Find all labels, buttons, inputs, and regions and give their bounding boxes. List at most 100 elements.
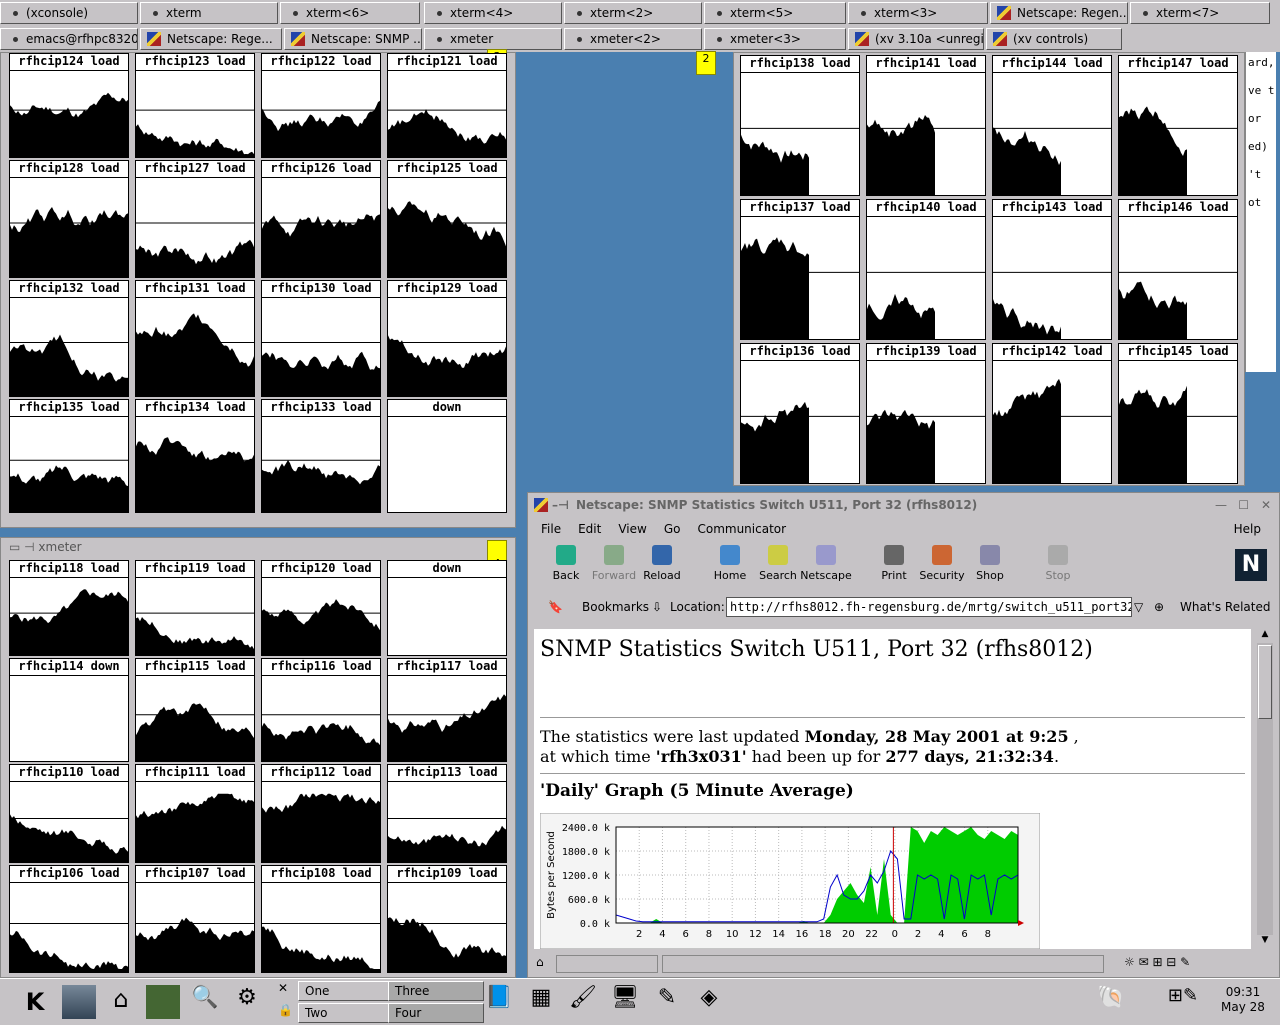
url-input[interactable]: http://rfhs8012.fh-regensburg.de/mrtg/sw… bbox=[726, 597, 1132, 617]
taskbar-row-2: emacs@rfhpc8320 Netscape: Rege... Netscape… bbox=[0, 26, 1280, 52]
netscape-icon bbox=[534, 498, 548, 512]
taskbar-button[interactable]: xmeter<2> bbox=[564, 28, 702, 50]
clock[interactable]: 09:31 May 28 bbox=[1210, 985, 1276, 1015]
taskbar-button[interactable]: Netscape: Regen... bbox=[990, 2, 1128, 24]
load-graph-label: rfhcip114 down bbox=[10, 659, 128, 676]
settings-icon[interactable]: ⚙ bbox=[230, 985, 264, 1019]
terminal-window-fragment[interactable]: ard, ve t or ed) 't ot bbox=[1245, 52, 1276, 372]
taskbar-button[interactable]: (xv 3.10a <unregi... bbox=[848, 28, 984, 50]
taskbar-button[interactable]: (xv controls) bbox=[986, 28, 1122, 50]
editor-icon[interactable]: ✎ bbox=[650, 985, 684, 1019]
search-icon[interactable]: 🔍 bbox=[188, 985, 222, 1019]
x-tick-label: 8 bbox=[985, 929, 991, 940]
menu-file[interactable]: File bbox=[541, 522, 561, 536]
load-graph: rfhcip132 load bbox=[9, 280, 129, 397]
desktop-two[interactable]: Two bbox=[298, 1003, 394, 1023]
window-titlebar[interactable]: –⊣ Netscape: SNMP Statistics Switch U511… bbox=[528, 493, 1279, 517]
scroll-down-button[interactable]: ▼ bbox=[1257, 935, 1273, 949]
netscape-icon bbox=[147, 32, 161, 46]
close-button[interactable]: ✕ bbox=[1261, 493, 1271, 517]
component-bar[interactable]: ☼ ✉ ⊞ ⊟ ✎ bbox=[1124, 955, 1190, 969]
taskbar-button[interactable]: xterm<2> bbox=[564, 2, 702, 24]
netscape-button[interactable]: Netscape bbox=[798, 543, 854, 587]
terminal-icon[interactable] bbox=[146, 985, 180, 1019]
system-tray[interactable]: ⊞✎ bbox=[1158, 985, 1208, 1019]
load-graph-label: rfhcip126 load bbox=[262, 161, 380, 178]
divider bbox=[540, 717, 1245, 718]
lock-icon[interactable]: 🔒 bbox=[278, 1003, 296, 1023]
taskbar-button[interactable]: Netscape: SNMP ... bbox=[284, 28, 422, 50]
taskbar-button[interactable]: xterm<3> bbox=[848, 2, 988, 24]
window-list-button[interactable] bbox=[62, 985, 96, 1019]
gimp-icon[interactable]: ◈ bbox=[692, 985, 726, 1019]
xmeter-window-a[interactable]: 3 rfhcip124 loadrfhcip123 loadrfhcip122 … bbox=[0, 49, 516, 528]
taskbar-button-label: xmeter<3> bbox=[730, 32, 801, 46]
menu-help[interactable]: Help bbox=[1234, 519, 1261, 539]
menu-edit[interactable]: Edit bbox=[578, 522, 601, 536]
taskbar-button[interactable]: xterm<5> bbox=[704, 2, 846, 24]
x-tick-label: 16 bbox=[796, 929, 809, 940]
home-folder-icon[interactable]: ⌂ bbox=[104, 985, 138, 1019]
xmeter-window-b[interactable]: 2 rfhcip138 load rfhcip141 load rfhcip144 … bbox=[696, 51, 1245, 486]
stop-button[interactable]: Stop bbox=[1030, 543, 1086, 587]
monitor-icon[interactable]: 🖥 bbox=[608, 985, 642, 1019]
bookmarks-button[interactable]: Bookmarks bbox=[582, 593, 649, 621]
close-icon[interactable]: ✕ bbox=[278, 981, 296, 1001]
desktop-four[interactable]: Four bbox=[388, 1003, 484, 1023]
menu-go[interactable]: Go bbox=[664, 522, 681, 536]
taskbar-button[interactable]: Netscape: Rege... bbox=[140, 28, 282, 50]
window-menu-icon[interactable]: ▭ ⊣ bbox=[9, 540, 38, 554]
calculator-icon[interactable]: ▦ bbox=[524, 985, 558, 1019]
shell-icon[interactable]: 🐚 bbox=[1094, 985, 1128, 1019]
load-graph: rfhcip108 load bbox=[261, 865, 381, 973]
taskbar-button[interactable]: xterm<4> bbox=[424, 2, 562, 24]
scroll-up-button[interactable]: ▲ bbox=[1257, 629, 1273, 643]
paint-icon[interactable]: 🖌 bbox=[566, 985, 600, 1019]
load-area bbox=[262, 460, 380, 512]
taskbar-button[interactable]: xmeter bbox=[424, 28, 562, 50]
url-dropdown-icon[interactable]: ▽ bbox=[1134, 593, 1143, 621]
load-graph-plot bbox=[1119, 106, 1237, 195]
whats-related-button[interactable]: What's Related bbox=[1180, 593, 1270, 621]
load-graph-label: rfhcip109 load bbox=[388, 866, 506, 883]
menu-communicator[interactable]: Communicator bbox=[697, 522, 786, 536]
load-area bbox=[136, 124, 254, 157]
load-graph: rfhcip145 load bbox=[1118, 343, 1238, 484]
help-book-icon[interactable]: 📘 bbox=[482, 985, 516, 1019]
desktop-one[interactable]: One bbox=[298, 981, 394, 1001]
progress-area bbox=[556, 955, 658, 973]
location-icon[interactable]: ⇩ bbox=[652, 593, 662, 621]
vertical-scrollbar[interactable]: ▲ ▼ bbox=[1257, 629, 1273, 949]
whats-related-icon[interactable]: ⊕ bbox=[1154, 593, 1164, 621]
window-menu-icon[interactable]: –⊣ bbox=[552, 493, 569, 517]
netscape-window[interactable]: –⊣ Netscape: SNMP Statistics Switch U511… bbox=[527, 492, 1280, 978]
load-graph-plot bbox=[741, 237, 859, 339]
desktop-three[interactable]: Three bbox=[388, 981, 484, 1001]
taskbar-button[interactable]: xterm<7> bbox=[1130, 2, 1270, 24]
load-graph-plot bbox=[1119, 385, 1237, 483]
load-graph-label: rfhcip111 load bbox=[136, 765, 254, 782]
uptime-mid: had been up for bbox=[746, 747, 886, 766]
scroll-thumb[interactable] bbox=[1258, 645, 1272, 719]
shop-button[interactable]: Shop bbox=[962, 543, 1018, 587]
taskbar-button[interactable]: (xconsole) bbox=[0, 2, 138, 24]
netscape-logo[interactable]: N bbox=[1235, 549, 1267, 581]
reload-button[interactable]: Reload bbox=[634, 543, 690, 587]
taskbar-button[interactable]: xterm bbox=[140, 2, 278, 24]
security-lock-icon[interactable]: ⌂ bbox=[536, 955, 544, 969]
taskbar-button[interactable]: xterm<6> bbox=[280, 2, 420, 24]
taskbar-button[interactable]: xmeter<3> bbox=[704, 28, 846, 50]
k-menu-button[interactable]: K bbox=[18, 985, 52, 1019]
maximize-button[interactable]: ☐ bbox=[1238, 493, 1249, 517]
update-date: Monday, 28 May 2001 at 9:25 bbox=[804, 727, 1069, 746]
load-area bbox=[388, 335, 506, 396]
minimize-button[interactable]: — bbox=[1215, 493, 1227, 517]
shop-label: Shop bbox=[976, 569, 1004, 582]
uptime-value: 277 days, 21:32:34 bbox=[885, 747, 1054, 766]
menu-view[interactable]: View bbox=[618, 522, 646, 536]
bookmarks-icon[interactable]: 🔖 bbox=[548, 593, 563, 621]
load-graph-label: rfhcip146 load bbox=[1119, 200, 1237, 217]
taskbar-button[interactable]: emacs@rfhpc8320 bbox=[0, 28, 138, 50]
load-graph: rfhcip136 load bbox=[740, 343, 860, 484]
xmeter-window-c[interactable]: ▭ ⊣ xmeter 4 rfhcip118 loadrfhcip119 loa… bbox=[0, 537, 516, 978]
